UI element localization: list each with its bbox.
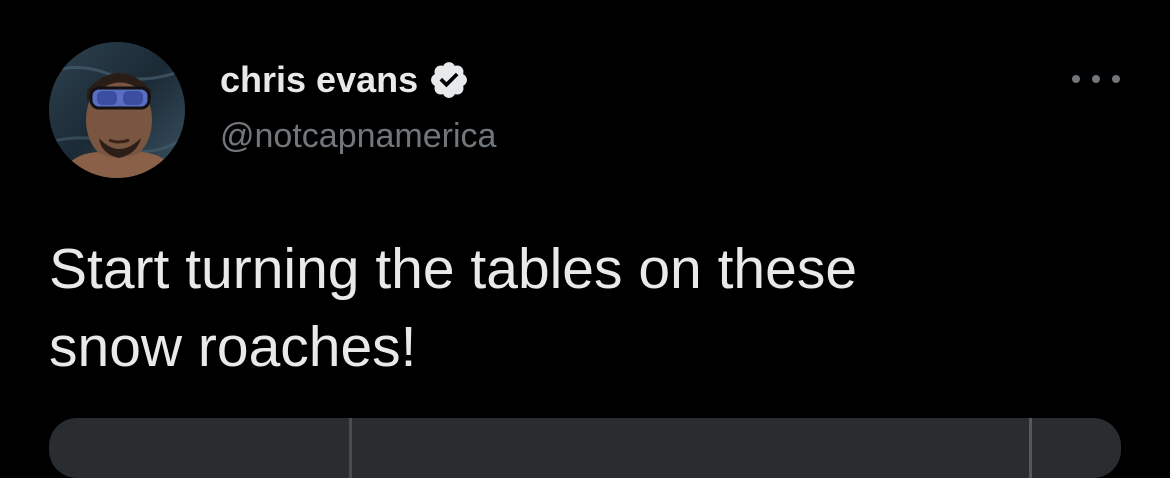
author-name-row[interactable]: chris evans: [220, 58, 470, 102]
avatar[interactable]: [49, 42, 185, 178]
avatar-image: [49, 42, 185, 178]
verified-badge-icon[interactable]: [428, 59, 470, 101]
tweet-media[interactable]: [49, 418, 1121, 478]
more-options-icon[interactable]: [1072, 66, 1120, 92]
author-handle[interactable]: @notcapnamerica: [220, 114, 496, 158]
dot: [1092, 75, 1100, 83]
dot: [1072, 75, 1080, 83]
tweet[interactable]: chris evans @notcapnamerica Start turnin…: [0, 0, 1170, 478]
dot: [1112, 75, 1120, 83]
tweet-text: Start turning the tables on these snow r…: [49, 237, 858, 379]
display-name[interactable]: chris evans: [220, 58, 418, 102]
